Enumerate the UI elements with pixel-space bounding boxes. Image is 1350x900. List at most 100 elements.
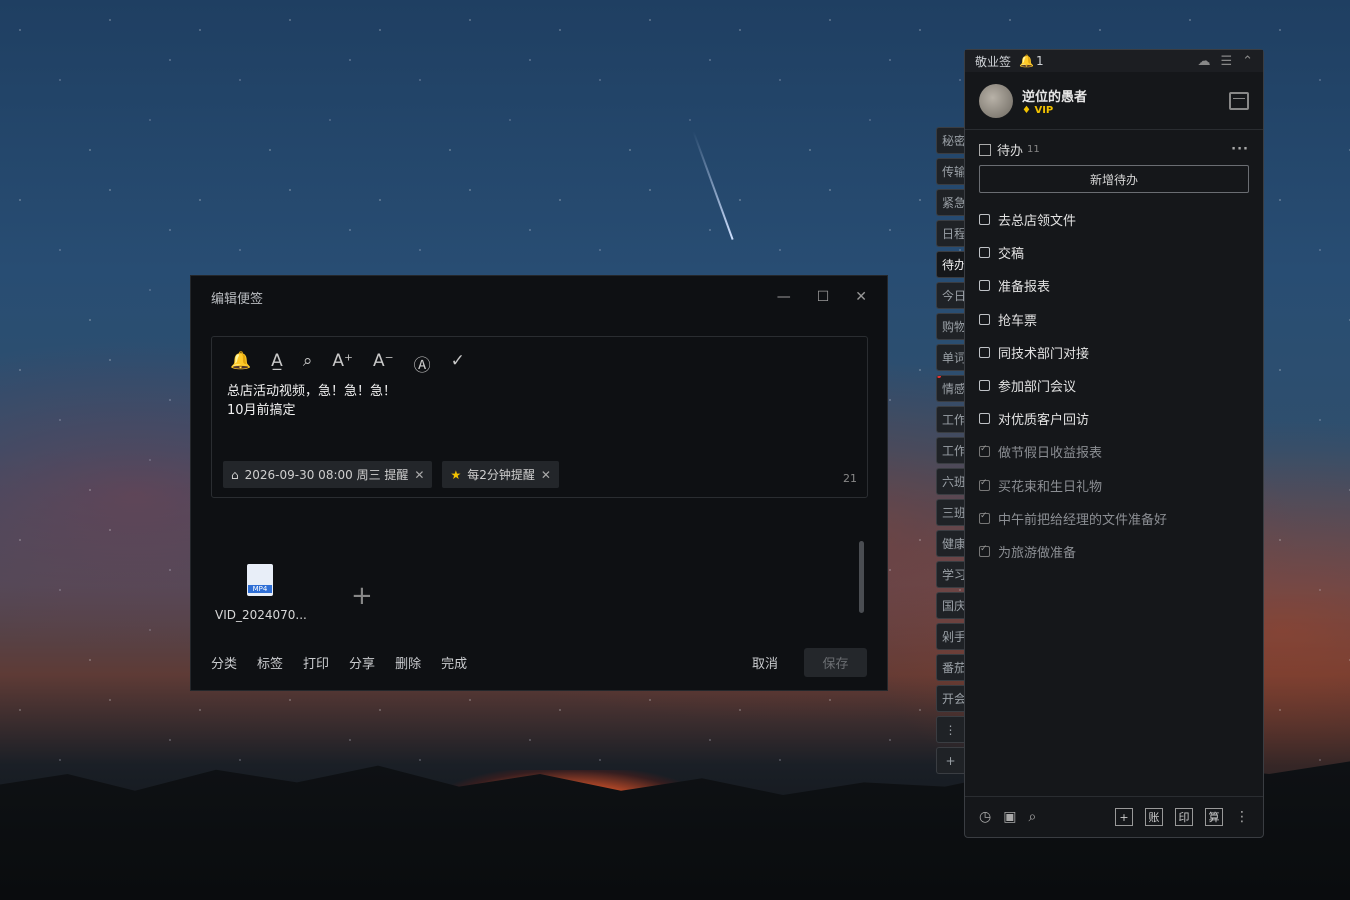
bell-icon[interactable]: 🔔 xyxy=(230,351,251,376)
todo-item[interactable]: 做节假日收益报表 xyxy=(965,435,1263,468)
category-tab[interactable]: 健康 xyxy=(936,530,964,557)
category-tab[interactable]: 三班 xyxy=(936,499,964,526)
category-tab[interactable]: 剁手 xyxy=(936,623,964,650)
add-attachment-icon[interactable]: + xyxy=(351,581,373,611)
classify-button[interactable]: 分类 xyxy=(211,653,237,672)
more-vertical-icon[interactable]: ⋮ xyxy=(1235,809,1249,825)
checkbox-icon xyxy=(979,143,991,156)
todo-checkbox[interactable] xyxy=(979,413,990,425)
todo-item[interactable]: 买花束和生日礼物 xyxy=(965,469,1263,502)
todo-item[interactable]: 同技术部门对接 xyxy=(965,336,1263,369)
category-tab[interactable]: 购物 xyxy=(936,313,964,340)
search-icon[interactable]: ⌕ xyxy=(303,351,313,376)
close-icon[interactable]: ✕ xyxy=(855,289,867,305)
todo-title: 待办 xyxy=(997,144,1024,159)
todo-item[interactable]: 对优质客户回访 xyxy=(965,402,1263,435)
save-button[interactable]: 保存 xyxy=(804,647,867,677)
calc-button[interactable]: 算 xyxy=(1205,808,1223,826)
todo-checkbox[interactable] xyxy=(979,544,990,557)
calendar-icon[interactable] xyxy=(1229,91,1249,110)
todo-item[interactable]: 交稿 xyxy=(965,236,1263,269)
todo-text: 参加部门会议 xyxy=(998,380,1077,396)
category-tab[interactable]: 开会 xyxy=(936,685,964,712)
attachment[interactable]: MP4 VID_2024070... xyxy=(215,564,307,622)
note-editor[interactable]: 🔔 A̲ ⌕ A⁺ A⁻ Ⓐ ✓ 总店活动视频，急！急！急！ 10月前搞定 ⌂ … xyxy=(211,336,868,498)
repeat-text: 每2分钟提醒 xyxy=(467,468,535,482)
more-icon[interactable]: ··· xyxy=(1231,142,1249,157)
add-todo-button[interactable]: 新增待办 xyxy=(979,165,1249,193)
minimize-icon[interactable]: — xyxy=(777,289,791,305)
remove-repeat-icon[interactable]: ✕ xyxy=(541,468,551,482)
cancel-button[interactable]: 取消 xyxy=(752,653,778,672)
remove-reminder-icon[interactable]: ✕ xyxy=(414,468,424,482)
todo-checkbox[interactable] xyxy=(979,478,990,491)
reminder-chip[interactable]: ⌂ 2026-09-30 08:00 周三 提醒 ✕ xyxy=(223,461,433,488)
print-button[interactable]: 印 xyxy=(1175,808,1193,826)
category-tab[interactable]: 国庆 xyxy=(936,592,964,619)
todo-text: 中午前把给经理的文件准备好 xyxy=(998,512,1168,528)
attachment-name: VID_2024070... xyxy=(215,608,307,622)
complete-button[interactable]: 完成 xyxy=(441,653,467,672)
category-tab[interactable]: 传输 xyxy=(936,158,964,185)
maximize-icon[interactable]: ☐ xyxy=(817,289,830,305)
repeat-chip[interactable]: ★ 每2分钟提醒 ✕ xyxy=(442,461,559,488)
delete-button[interactable]: 删除 xyxy=(395,653,421,672)
clock-icon[interactable]: ◷ xyxy=(979,809,991,825)
note-content[interactable]: 总店活动视频，急！急！急！ 10月前搞定 xyxy=(212,382,867,420)
category-tab[interactable]: 学习 xyxy=(936,561,964,588)
search-icon[interactable]: ⌕ xyxy=(1028,809,1036,825)
user-name: 逆位的愚者 xyxy=(1022,89,1088,105)
todo-item[interactable]: 去总店领文件 xyxy=(965,203,1263,236)
todo-checkbox[interactable] xyxy=(979,511,990,524)
category-tab[interactable]: 情感 xyxy=(936,375,964,402)
note-line-1: 总店活动视频，急！急！急！ xyxy=(227,384,397,399)
tag-button[interactable]: 标签 xyxy=(257,653,283,672)
check-icon[interactable]: ✓ xyxy=(451,351,465,376)
clear-format-icon[interactable]: Ⓐ xyxy=(414,351,431,376)
category-tab[interactable]: 工作 xyxy=(936,406,964,433)
category-tab[interactable]: 秘密 xyxy=(936,127,964,154)
todo-item[interactable]: 中午前把给经理的文件准备好 xyxy=(965,502,1263,535)
account-button[interactable]: 账 xyxy=(1145,808,1163,826)
category-tab[interactable]: 工作 xyxy=(936,437,964,464)
share-button[interactable]: 分享 xyxy=(349,653,375,672)
todo-text: 对优质客户回访 xyxy=(998,413,1090,429)
todo-item[interactable]: 参加部门会议 xyxy=(965,369,1263,402)
todo-checkbox[interactable] xyxy=(979,380,990,392)
todo-checkbox[interactable] xyxy=(979,280,990,292)
scrollbar[interactable] xyxy=(859,541,864,613)
more-tabs-icon[interactable]: ⋮ xyxy=(936,716,964,743)
todo-item[interactable]: 抢车票 xyxy=(965,303,1263,336)
add-tab-icon[interactable]: + xyxy=(936,747,964,774)
collapse-icon[interactable]: ⌃ xyxy=(1242,54,1253,69)
print-button[interactable]: 打印 xyxy=(303,653,329,672)
todo-list: 去总店领文件交稿准备报表抢车票同技术部门对接参加部门会议对优质客户回访做节假日收… xyxy=(965,203,1263,568)
add-icon[interactable]: + xyxy=(1115,808,1133,826)
dialog-title: 编辑便签 xyxy=(211,291,264,307)
notification-icon[interactable]: 🔔 xyxy=(1019,54,1034,68)
text-color-icon[interactable]: A̲ xyxy=(271,351,283,376)
font-increase-icon[interactable]: A⁺ xyxy=(332,351,353,376)
category-tab[interactable]: 今日 xyxy=(936,282,964,309)
category-tab[interactable]: 待办 xyxy=(936,251,964,278)
category-tab[interactable]: 单词 xyxy=(936,344,964,371)
todo-checkbox[interactable] xyxy=(979,247,990,259)
calendar-check-icon[interactable]: ▣ xyxy=(1003,809,1016,825)
video-file-icon: MP4 xyxy=(247,564,273,596)
category-tab[interactable]: 六班 xyxy=(936,468,964,495)
avatar[interactable] xyxy=(979,83,1013,118)
cloud-sync-icon[interactable]: ☁ xyxy=(1197,54,1210,69)
todo-checkbox[interactable] xyxy=(979,214,990,226)
font-decrease-icon[interactable]: A⁻ xyxy=(373,351,394,376)
category-tab[interactable]: 日程 xyxy=(936,220,964,247)
todo-item[interactable]: 准备报表 xyxy=(965,269,1263,302)
todo-checkbox[interactable] xyxy=(979,313,990,325)
todo-text: 去总店领文件 xyxy=(998,214,1077,230)
menu-icon[interactable]: ☰ xyxy=(1220,54,1232,69)
todo-header: 待办 11 ··· xyxy=(965,130,1263,165)
todo-checkbox[interactable] xyxy=(979,346,990,358)
todo-checkbox[interactable] xyxy=(979,444,990,458)
category-tab[interactable]: 番茄 xyxy=(936,654,964,681)
todo-item[interactable]: 为旅游做准备 xyxy=(965,535,1263,568)
category-tab[interactable]: 紧急 xyxy=(936,189,964,216)
